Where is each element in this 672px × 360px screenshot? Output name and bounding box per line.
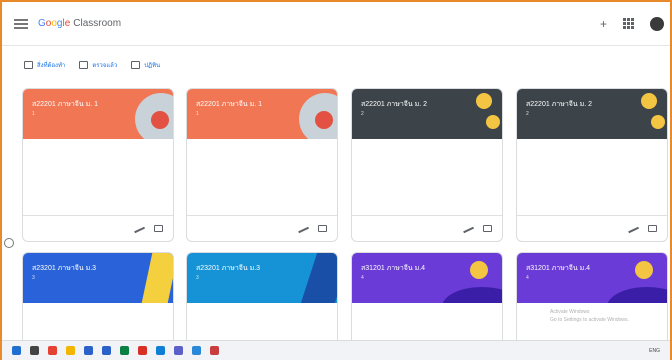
class-card[interactable]: ส22201 ภาษาจีน ม. 22: [516, 88, 668, 242]
class-theme-illustration: [23, 89, 173, 139]
class-card-footer: [23, 215, 173, 241]
class-card-header[interactable]: ส31201 ภาษาจีน ม.4 4: [352, 253, 502, 303]
class-title[interactable]: ส22201 ภาษาจีน ม. 1: [32, 99, 98, 110]
classroom-wordmark: Classroom: [73, 18, 122, 29]
start-icon[interactable]: [12, 346, 21, 355]
class-card[interactable]: ส22201 ภาษาจีน ม. 11: [22, 88, 174, 242]
class-section: 4: [361, 275, 364, 281]
class-card-header[interactable]: ส23201 ภาษาจีน ม.3 3: [187, 253, 337, 303]
windows-taskbar: ENG: [2, 340, 670, 360]
trending-icon[interactable]: [628, 226, 638, 232]
folder-icon[interactable]: [483, 225, 492, 232]
class-card[interactable]: ส31201 ภาษาจีน ม.4 4: [351, 252, 503, 350]
folder-icon[interactable]: [154, 225, 163, 232]
class-title[interactable]: ส23201 ภาษาจีน ม.3: [32, 263, 96, 274]
class-section: 3: [32, 275, 35, 281]
app-header: Google Classroom +: [2, 2, 670, 46]
class-theme-illustration: [23, 253, 173, 303]
activate-windows-watermark: Activate Windows Go to Settings to activ…: [550, 309, 629, 323]
class-theme-illustration: [187, 89, 337, 139]
add-class-button[interactable]: +: [600, 17, 607, 31]
trending-icon[interactable]: [463, 226, 473, 232]
google-wordmark: Google: [38, 18, 71, 29]
chrome-icon[interactable]: [48, 346, 57, 355]
system-tray[interactable]: ENG: [649, 348, 660, 354]
nav-reviewed[interactable]: ตรวจแล้ว: [79, 60, 117, 70]
class-theme-illustration: [517, 253, 667, 303]
class-section: 2: [361, 111, 364, 117]
search-icon[interactable]: [30, 346, 39, 355]
folder-icon[interactable]: [648, 225, 657, 232]
folder-icon[interactable]: [318, 225, 327, 232]
apps-grid-icon[interactable]: [623, 18, 634, 29]
class-title[interactable]: ส22201 ภาษาจีน ม. 2: [361, 99, 427, 110]
class-theme-illustration: [352, 89, 502, 139]
class-section: 1: [32, 111, 35, 117]
sub-navigation: สิ่งที่ต้องทำ ตรวจแล้ว ปฏิทิน: [24, 60, 160, 70]
class-card-header[interactable]: ส22201 ภาษาจีน ม. 22: [517, 89, 667, 139]
class-card-header[interactable]: ส23201 ภาษาจีน ม.3 3: [23, 253, 173, 303]
class-theme-illustration: [517, 89, 667, 139]
folder-icon[interactable]: [66, 346, 75, 355]
folder-icon: [79, 61, 89, 69]
class-card[interactable]: ส23201 ภาษาจีน ม.3 3: [186, 252, 338, 350]
class-section: 1: [196, 111, 199, 117]
class-card-header[interactable]: ส22201 ภาษาจีน ม. 11: [187, 89, 337, 139]
class-theme-illustration: [352, 253, 502, 303]
class-section: 3: [196, 275, 199, 281]
class-card[interactable]: ส22201 ภาษาจีน ม. 22: [351, 88, 503, 242]
class-card-footer: [517, 215, 667, 241]
avatar[interactable]: [650, 16, 664, 31]
class-title[interactable]: ส22201 ภาษาจีน ม. 2: [526, 99, 592, 110]
class-title[interactable]: ส31201 ภาษาจีน ม.4: [361, 263, 425, 274]
class-card-header[interactable]: ส31201 ภาษาจีน ม.4 4: [517, 253, 667, 303]
trending-icon[interactable]: [134, 226, 144, 232]
class-card[interactable]: ส22201 ภาษาจีน ม. 11: [186, 88, 338, 242]
app2-icon[interactable]: [210, 346, 219, 355]
app-logo[interactable]: Google Classroom: [38, 18, 121, 29]
photos-icon[interactable]: [192, 346, 201, 355]
trending-icon[interactable]: [298, 226, 308, 232]
class-section: 4: [526, 275, 529, 281]
calendar-icon: [131, 61, 141, 69]
class-card[interactable]: ส23201 ภาษาจีน ม.3 3: [22, 252, 174, 350]
meet-icon[interactable]: [120, 346, 129, 355]
settings-gear-icon[interactable]: [4, 238, 14, 248]
class-title[interactable]: ส23201 ภาษาจีน ม.3: [196, 263, 260, 274]
class-title[interactable]: ส22201 ภาษาจีน ม. 1: [196, 99, 262, 110]
class-card[interactable]: ส31201 ภาษาจีน ม.4 4: [516, 252, 668, 350]
assignment-icon: [24, 61, 33, 69]
nav-todo[interactable]: สิ่งที่ต้องทำ: [24, 60, 65, 70]
menu-icon[interactable]: [14, 18, 28, 29]
browser-icon[interactable]: [138, 346, 147, 355]
edge-icon[interactable]: [156, 346, 165, 355]
class-section: 2: [526, 111, 529, 117]
class-card-header[interactable]: ส22201 ภาษาจีน ม. 11: [23, 89, 173, 139]
store-icon[interactable]: [84, 346, 93, 355]
nav-calendar[interactable]: ปฏิทิน: [131, 60, 160, 70]
class-card-footer: [187, 215, 337, 241]
class-card-footer: [352, 215, 502, 241]
app-icon[interactable]: [102, 346, 111, 355]
class-card-header[interactable]: ส22201 ภาษาจีน ม. 22: [352, 89, 502, 139]
teams-icon[interactable]: [174, 346, 183, 355]
class-title[interactable]: ส31201 ภาษาจีน ม.4: [526, 263, 590, 274]
class-theme-illustration: [187, 253, 337, 303]
